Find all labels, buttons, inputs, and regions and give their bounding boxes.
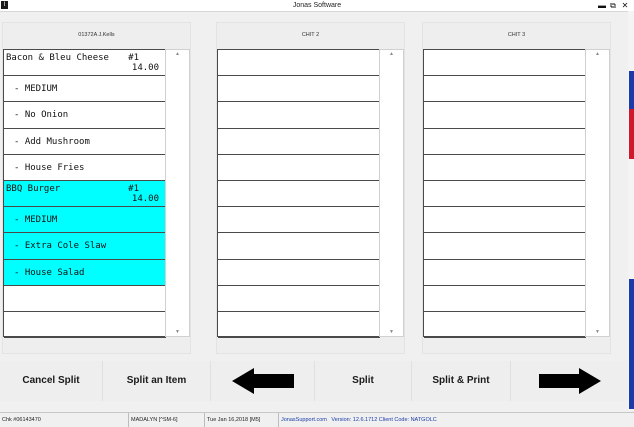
chit-item-list (217, 49, 381, 337)
empty-row[interactable] (218, 233, 380, 259)
modifier-row[interactable]: - No Onion (4, 102, 166, 128)
modifier-row[interactable]: - House Fries (4, 155, 166, 181)
empty-row[interactable] (218, 50, 380, 76)
empty-row[interactable] (218, 155, 380, 181)
scroll-down-icon[interactable]: ▼ (586, 328, 609, 336)
empty-row[interactable] (4, 312, 166, 338)
item-price: 14.00 (132, 63, 159, 73)
item-name: - House Salad (14, 268, 84, 278)
status-user: MADALYN [^SM-6] (128, 413, 204, 427)
chit-header: 01372A J.Kells (3, 23, 190, 47)
chit-item-list: Bacon & Bleu Cheese#114.00- MEDIUM- No O… (3, 49, 167, 337)
empty-row[interactable] (218, 286, 380, 312)
item-name: - Add Mushroom (14, 137, 90, 147)
action-toolbar: Cancel Split Split an Item Split Split &… (0, 361, 628, 401)
status-date: Tue Jan 16,2018 [M5] (204, 413, 278, 427)
minimize-button[interactable]: ▬ (597, 0, 607, 11)
item-name: BBQ Burger (6, 184, 60, 194)
item-price: 14.00 (132, 194, 159, 204)
item-row[interactable]: BBQ Burger #114.00 (4, 181, 166, 207)
item-name: - MEDIUM (14, 84, 57, 94)
window-title: Jonas Software (0, 0, 634, 11)
empty-row[interactable] (218, 312, 380, 338)
side-accent-bar (628, 11, 634, 410)
chit-panel-3: CHIT 3▲▼ (422, 22, 611, 354)
empty-row[interactable] (424, 102, 586, 128)
scroll-down-icon[interactable]: ▼ (380, 328, 403, 336)
empty-row[interactable] (424, 312, 586, 338)
chit-panel-2: CHIT 2▲▼ (216, 22, 405, 354)
close-button[interactable]: ✕ (620, 0, 630, 11)
empty-row[interactable] (424, 286, 586, 312)
right-arrow-icon (537, 366, 603, 396)
scrollbar[interactable]: ▲▼ (165, 49, 190, 337)
empty-row[interactable] (424, 129, 586, 155)
empty-row[interactable] (424, 155, 586, 181)
chit-panel-1: 01372A J.KellsBacon & Bleu Cheese#114.00… (2, 22, 191, 354)
empty-row[interactable] (218, 260, 380, 286)
version-info: Version: 12.6.1712 Client Code: NATGOLC (331, 417, 436, 423)
support-link[interactable]: JonasSupport.com (281, 417, 327, 423)
accent-strip-blue (629, 279, 634, 409)
item-name: - House Fries (14, 163, 84, 173)
accent-strip-red (629, 109, 634, 159)
item-number: #1 (128, 53, 139, 63)
empty-row[interactable] (218, 207, 380, 233)
title-bar: I Jonas Software ▬ ⧉ ✕ (0, 0, 634, 12)
split-item-button[interactable]: Split an Item (103, 361, 211, 401)
restore-button[interactable]: ⧉ (608, 0, 618, 11)
empty-row[interactable] (424, 76, 586, 102)
cancel-split-button[interactable]: Cancel Split (0, 361, 103, 401)
accent-strip-blue (629, 71, 634, 109)
empty-row[interactable] (424, 233, 586, 259)
left-arrow-icon (230, 366, 296, 396)
move-right-button[interactable] (511, 361, 628, 401)
scrollbar[interactable]: ▲▼ (585, 49, 610, 337)
item-row[interactable]: Bacon & Bleu Cheese #114.00 (4, 50, 166, 76)
item-name: - MEDIUM (14, 215, 57, 225)
empty-row[interactable] (218, 129, 380, 155)
empty-row[interactable] (424, 50, 586, 76)
chit-header: CHIT 2 (217, 23, 404, 47)
modifier-row[interactable]: - MEDIUM (4, 207, 166, 233)
empty-row[interactable] (424, 207, 586, 233)
empty-row[interactable] (218, 102, 380, 128)
item-name: - Extra Cole Slaw (14, 241, 106, 251)
empty-row[interactable] (4, 286, 166, 312)
scroll-down-icon[interactable]: ▼ (166, 328, 189, 336)
status-bar: Chk #06143470 MADALYN [^SM-6] Tue Jan 16… (0, 412, 634, 427)
item-name: - No Onion (14, 110, 68, 120)
modifier-row[interactable]: - House Salad (4, 260, 166, 286)
split-print-button[interactable]: Split & Print (412, 361, 511, 401)
empty-row[interactable] (218, 181, 380, 207)
modifier-row[interactable]: - Extra Cole Slaw (4, 233, 166, 259)
move-left-button[interactable] (211, 361, 315, 401)
status-support: JonasSupport.com Version: 12.6.1712 Clie… (278, 413, 634, 427)
item-number: #1 (128, 184, 139, 194)
item-name: Bacon & Bleu Cheese (6, 53, 109, 63)
scrollbar[interactable]: ▲▼ (379, 49, 404, 337)
chit-item-list (423, 49, 587, 337)
scroll-up-icon[interactable]: ▲ (380, 50, 403, 58)
empty-row[interactable] (424, 260, 586, 286)
scroll-up-icon[interactable]: ▲ (166, 50, 189, 58)
empty-row[interactable] (424, 181, 586, 207)
modifier-row[interactable]: - MEDIUM (4, 76, 166, 102)
scroll-up-icon[interactable]: ▲ (586, 50, 609, 58)
split-button[interactable]: Split (315, 361, 412, 401)
modifier-row[interactable]: - Add Mushroom (4, 129, 166, 155)
status-check: Chk #06143470 (0, 413, 128, 427)
empty-row[interactable] (218, 76, 380, 102)
chit-header: CHIT 3 (423, 23, 610, 47)
